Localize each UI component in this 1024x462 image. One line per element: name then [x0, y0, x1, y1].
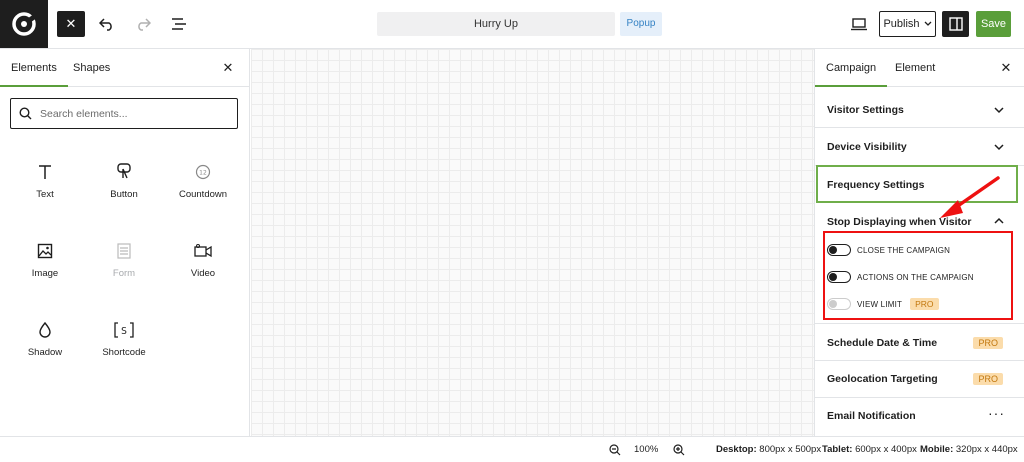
element-countdown[interactable]: 12 Countdown [168, 161, 238, 211]
zoom-out-icon[interactable] [608, 443, 622, 457]
element-label: Form [112, 268, 136, 279]
section-title: Device Visibility [827, 141, 907, 153]
desktop-value: 800px x 500px [759, 444, 822, 455]
publish-dropdown[interactable]: Publish [879, 11, 936, 37]
chevron-down-icon [994, 107, 1004, 114]
button-icon [113, 161, 135, 183]
chevron-down-icon [994, 144, 1004, 151]
pro-badge: PRO [973, 337, 1003, 349]
zoom-level: 100% [634, 444, 659, 455]
svg-text:S: S [121, 326, 127, 337]
toggle-view-limit: VIEW LIMIT PRO [827, 296, 939, 312]
publish-label: Publish [883, 18, 920, 30]
element-label: Shortcode [102, 347, 146, 358]
desktop-label: Desktop: [716, 444, 757, 455]
toggle-actions-campaign[interactable]: ACTIONS ON THE CAMPAIGN [827, 269, 974, 285]
element-label: Countdown [178, 189, 228, 200]
app-logo[interactable] [0, 0, 48, 48]
search-icon [19, 107, 32, 120]
text-icon [34, 161, 56, 183]
section-schedule[interactable]: Schedule Date & Time PRO [815, 323, 1024, 361]
save-button[interactable]: Save [976, 11, 1011, 37]
toggle-switch [827, 298, 851, 310]
desktop-preview-icon[interactable] [849, 14, 869, 34]
section-geolocation[interactable]: Geolocation Targeting PRO [815, 361, 1024, 398]
element-label: Button [110, 189, 138, 200]
elements-panel: Elements Shapes ✕ Text Button 12 Countdo… [0, 49, 250, 436]
element-label: Image [31, 268, 59, 279]
toggle-switch[interactable] [827, 271, 851, 283]
toggle-label: VIEW LIMIT [857, 299, 903, 309]
element-shortcode[interactable]: S Shortcode [89, 319, 159, 369]
logo-icon [12, 12, 36, 36]
section-device-visibility[interactable]: Device Visibility [815, 128, 1024, 166]
shadow-icon [34, 319, 56, 341]
sidebar-icon [948, 17, 963, 31]
list-view-icon[interactable] [169, 14, 189, 34]
campaign-title-field[interactable]: Hurry Up [377, 12, 615, 36]
mobile-value: 320px x 440px [955, 444, 1018, 455]
section-title: Visitor Settings [827, 104, 904, 116]
section-title: Stop Displaying when Visitor [827, 216, 972, 228]
close-icon[interactable]: ✕ [221, 60, 235, 75]
toggle-label: CLOSE THE CAMPAIGN [857, 245, 951, 255]
mobile-label: Mobile: [920, 444, 954, 455]
close-icon[interactable]: ✕ [999, 60, 1013, 75]
desktop-size: Desktop: 800px x 500px [716, 444, 821, 455]
element-button[interactable]: Button [89, 161, 159, 211]
element-label: Text [36, 189, 54, 200]
tablet-size: Tablet: 600px x 400px [822, 444, 917, 455]
campaign-settings-panel: Campaign Element ✕ Visitor Settings Devi… [814, 49, 1024, 436]
element-image[interactable]: Image [10, 240, 80, 290]
section-title: Geolocation Targeting [827, 373, 938, 385]
shortcode-icon: S [113, 319, 135, 341]
chevron-up-icon [994, 217, 1004, 224]
status-bar: 100% Desktop: 800px x 500px Tablet: 600p… [0, 436, 1024, 462]
video-icon [192, 240, 214, 262]
campaign-type-badge: Popup [620, 12, 662, 36]
tab-elements[interactable]: Elements [0, 49, 68, 87]
tablet-value: 600px x 400px [855, 444, 917, 455]
tab-element[interactable]: Element [895, 49, 935, 87]
search-elements-field[interactable] [10, 98, 238, 129]
left-panel-tabs: Elements Shapes ✕ [0, 49, 249, 87]
undo-icon[interactable] [97, 14, 117, 34]
element-video[interactable]: Video [168, 240, 238, 290]
countdown-icon: 12 [192, 161, 214, 183]
section-title: Email Notification [827, 410, 916, 422]
pro-badge: PRO [973, 373, 1003, 385]
redo-icon[interactable] [133, 14, 153, 34]
element-shadow[interactable]: Shadow [10, 319, 80, 369]
element-label: Shadow [27, 347, 63, 358]
search-input[interactable] [40, 107, 220, 120]
tab-campaign[interactable]: Campaign [815, 49, 888, 87]
more-options-icon[interactable]: ··· [988, 405, 1005, 421]
section-email-notification[interactable]: Email Notification ··· [815, 398, 1024, 436]
mobile-size: Mobile: 320px x 440px [920, 444, 1018, 455]
toggle-label: ACTIONS ON THE CAMPAIGN [857, 272, 974, 282]
right-panel-tabs: Campaign Element ✕ [815, 49, 1024, 87]
image-icon [34, 240, 56, 262]
close-editor-button[interactable]: ✕ [57, 11, 85, 37]
section-title: Frequency Settings [827, 179, 925, 191]
pro-badge: PRO [910, 298, 939, 310]
tab-shapes[interactable]: Shapes [73, 49, 110, 87]
chevron-down-icon [924, 21, 931, 26]
element-label: Video [190, 268, 216, 279]
settings-sidebar-toggle[interactable] [942, 11, 969, 37]
section-title: Schedule Date & Time [827, 337, 938, 349]
toggle-close-campaign[interactable]: CLOSE THE CAMPAIGN [827, 242, 950, 258]
section-frequency-settings[interactable]: Frequency Settings [815, 166, 1024, 203]
design-canvas[interactable] [251, 49, 814, 436]
element-form[interactable]: Form [89, 240, 159, 290]
toggle-switch[interactable] [827, 244, 851, 256]
form-icon [113, 240, 135, 262]
svg-text:12: 12 [199, 170, 207, 177]
element-text[interactable]: Text [10, 161, 80, 211]
zoom-in-icon[interactable] [672, 443, 686, 457]
tablet-label: Tablet: [822, 444, 853, 455]
section-visitor-settings[interactable]: Visitor Settings [815, 91, 1024, 128]
top-toolbar: ✕ Hurry Up Popup Publish Save [0, 0, 1024, 49]
